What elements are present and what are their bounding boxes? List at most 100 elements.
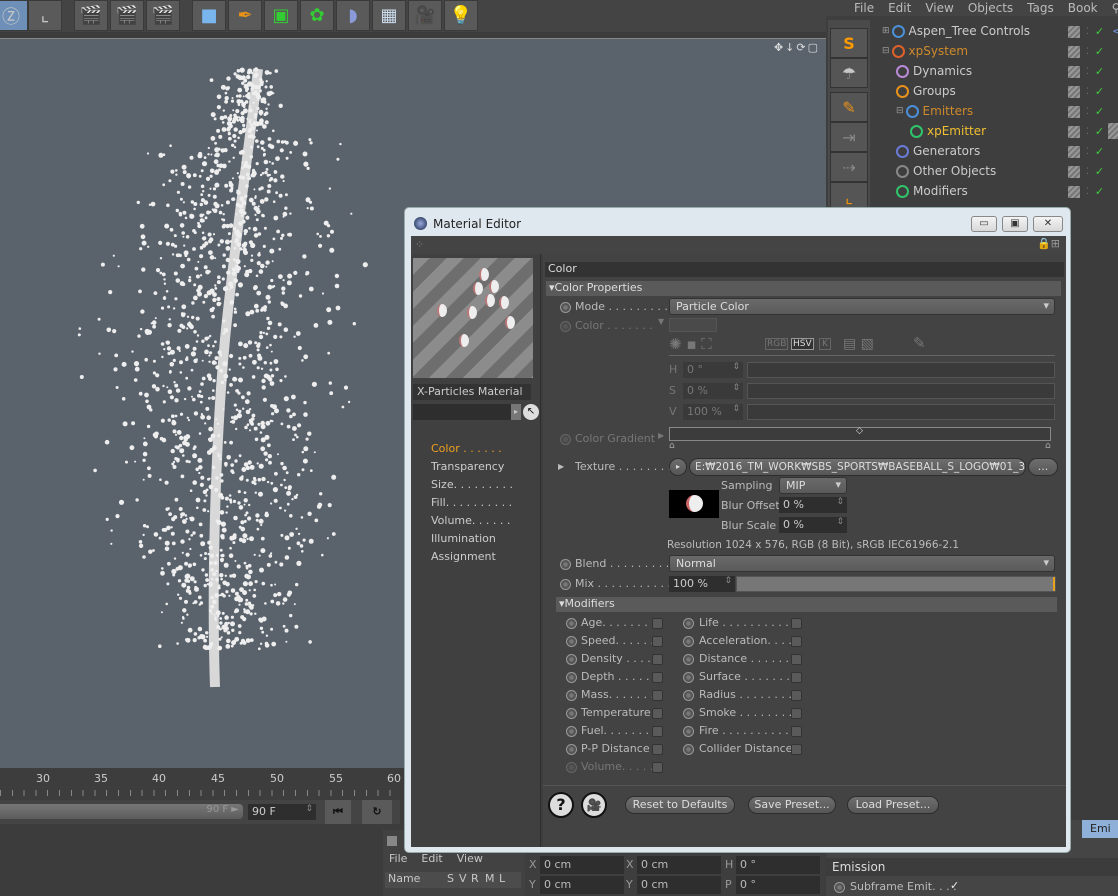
modifier-checkbox[interactable] [652, 744, 663, 755]
enabled-check-icon[interactable]: ✓ [1095, 165, 1104, 178]
modifier-radio[interactable] [683, 654, 694, 665]
layer-flag-icon[interactable] [1068, 45, 1080, 58]
xp-connect-icon[interactable]: ⇢ [830, 152, 868, 182]
modifier-radio[interactable] [683, 708, 694, 719]
modifier-radio[interactable] [566, 654, 577, 665]
modifier-checkbox[interactable] [791, 672, 802, 683]
lock-icon[interactable]: 🔒⊞ [1037, 237, 1060, 250]
mix-slider[interactable] [736, 576, 1056, 592]
modifier-checkbox[interactable] [652, 654, 663, 665]
channel-2[interactable]: Size. . . . . . . . . [431, 478, 513, 491]
parachute-icon[interactable]: ☂ [830, 58, 868, 88]
layer-flag-icon[interactable] [1068, 125, 1080, 138]
xp-tag-icon[interactable] [1108, 123, 1118, 139]
modifier-checkbox[interactable] [652, 618, 663, 629]
layer-flag-icon[interactable] [1068, 65, 1080, 78]
coordinate-system-icon[interactable]: ⌞ [28, 0, 62, 31]
menu-file[interactable]: File [854, 1, 874, 15]
modifier-radio[interactable] [566, 672, 577, 683]
modifier-checkbox[interactable] [791, 726, 802, 737]
modifier-radio[interactable] [683, 636, 694, 647]
search-icon[interactable]: ⚲ [1112, 1, 1118, 15]
visibility-dots-icon[interactable]: ⁚ [1086, 167, 1089, 177]
enabled-check-icon[interactable]: ✓ [1095, 105, 1104, 118]
modifier-checkbox[interactable] [652, 690, 663, 701]
subframe-emit-checkbox[interactable]: ✓ [950, 879, 959, 892]
xparticles-help-icon[interactable]: ? [548, 792, 574, 818]
xp-system-icon[interactable]: S [830, 28, 868, 58]
pointer-icon[interactable]: ↖ [523, 404, 539, 420]
xp-link-icon[interactable]: ⇥ [830, 122, 868, 152]
go-to-start-icon[interactable]: ⏮ [325, 800, 351, 824]
layer-flag-icon[interactable] [1068, 105, 1080, 118]
enabled-check-icon[interactable]: ✓ [1095, 25, 1104, 38]
object-row[interactable]: xpEmitter ⁚ ✓ [874, 121, 1118, 141]
visibility-dots-icon[interactable]: ⁚ [1086, 67, 1089, 77]
expand-arrow-icon[interactable]: ▸ [511, 404, 521, 420]
channel-search-field[interactable] [413, 404, 511, 420]
frame-range-slider[interactable]: 90 F ► [0, 804, 243, 819]
expand-toggle-icon[interactable]: ⊟ [882, 46, 890, 56]
object-row[interactable]: Groups ⁚ ✓ [874, 81, 1118, 101]
object-row[interactable]: Modifiers ⁚ ✓ [874, 181, 1118, 201]
pos-y-field[interactable]: 0 cm [540, 876, 624, 894]
undo-z-icon[interactable]: Ⓩ [0, 0, 28, 31]
channel-6[interactable]: Assignment [431, 550, 496, 563]
modifier-radio[interactable] [683, 744, 694, 755]
expand-toggle-icon[interactable]: ⊞ [882, 26, 890, 36]
blur-scale-field[interactable]: 0 % [779, 517, 847, 533]
viewport-nav-icons[interactable]: ✥↓⟳▢ [774, 41, 820, 54]
modifier-checkbox[interactable] [652, 708, 663, 719]
object-name[interactable]: xpEmitter [927, 124, 986, 138]
end-frame-field[interactable]: 90 F [248, 804, 316, 820]
object-name[interactable]: Modifiers [913, 184, 968, 198]
array-cloner-icon[interactable]: ✿ [300, 0, 334, 31]
texture-path-field[interactable]: E:₩2016_TM_WORK₩SBS_SPORTS₩BASEBALL_S_LO… [689, 458, 1026, 476]
channel-0[interactable]: Color . . . . . . [431, 442, 502, 455]
layer-flag-icon[interactable] [1068, 145, 1080, 158]
enabled-check-icon[interactable]: ✓ [1095, 185, 1104, 198]
size-x-field[interactable]: 0 cm [637, 856, 721, 874]
save-preset-button[interactable]: Save Preset... [748, 796, 836, 814]
blend-dropdown[interactable]: Normal [669, 555, 1055, 572]
modifier-radio[interactable] [566, 690, 577, 701]
visibility-dots-icon[interactable]: ⁚ [1086, 187, 1089, 197]
menu-edit[interactable]: Edit [888, 1, 911, 15]
tag-icon[interactable]: ⋖ [1112, 24, 1118, 38]
blur-offset-field[interactable]: 0 % [779, 497, 847, 513]
modifier-radio[interactable] [566, 744, 577, 755]
sampling-dropdown[interactable]: MIP [779, 477, 847, 494]
object-name[interactable]: Generators [913, 144, 980, 158]
texture-browse-button[interactable]: ... [1028, 458, 1058, 476]
layer-flag-icon[interactable] [1068, 185, 1080, 198]
object-row[interactable]: ⊟ Emitters ⁚ ✓ [874, 101, 1118, 121]
minimize-button[interactable]: ▭ [971, 216, 997, 232]
menu-objects[interactable]: Objects [968, 1, 1013, 15]
mode-dropdown[interactable]: Particle Color [669, 298, 1055, 315]
pen-spline-icon[interactable]: ✒ [228, 0, 262, 31]
modifier-radio[interactable] [566, 618, 577, 629]
modifier-checkbox[interactable] [652, 726, 663, 737]
material-name-field[interactable]: X-Particles Material [413, 384, 531, 400]
visibility-dots-icon[interactable]: ⁚ [1086, 87, 1089, 97]
modifier-radio[interactable] [683, 690, 694, 701]
modifier-radio[interactable] [566, 636, 577, 647]
visibility-dots-icon[interactable]: ⁚ [1086, 47, 1089, 57]
size-y-field[interactable]: 0 cm [637, 876, 721, 894]
visibility-dots-icon[interactable]: ⁚ [1086, 107, 1089, 117]
grip-icon[interactable]: ⁘ [415, 238, 424, 251]
mix-field[interactable]: 100 % [669, 576, 735, 592]
enabled-check-icon[interactable]: ✓ [1095, 65, 1104, 78]
layer-flag-icon[interactable] [1068, 165, 1080, 178]
modifier-radio[interactable] [566, 708, 577, 719]
modifier-radio[interactable] [566, 726, 577, 737]
channel-1[interactable]: Transparency [431, 460, 504, 473]
layer-menu-view[interactable]: View [457, 852, 483, 865]
material-preview[interactable] [413, 258, 533, 378]
channel-3[interactable]: Fill. . . . . . . . . . [431, 496, 512, 509]
enabled-check-icon[interactable]: ✓ [1095, 45, 1104, 58]
object-name[interactable]: Dynamics [913, 64, 972, 78]
render-picture-viewer-icon[interactable]: 🎬 [110, 0, 144, 31]
xp-emitter-icon[interactable]: ✎ [830, 92, 868, 122]
close-button[interactable]: ✕ [1033, 216, 1063, 232]
